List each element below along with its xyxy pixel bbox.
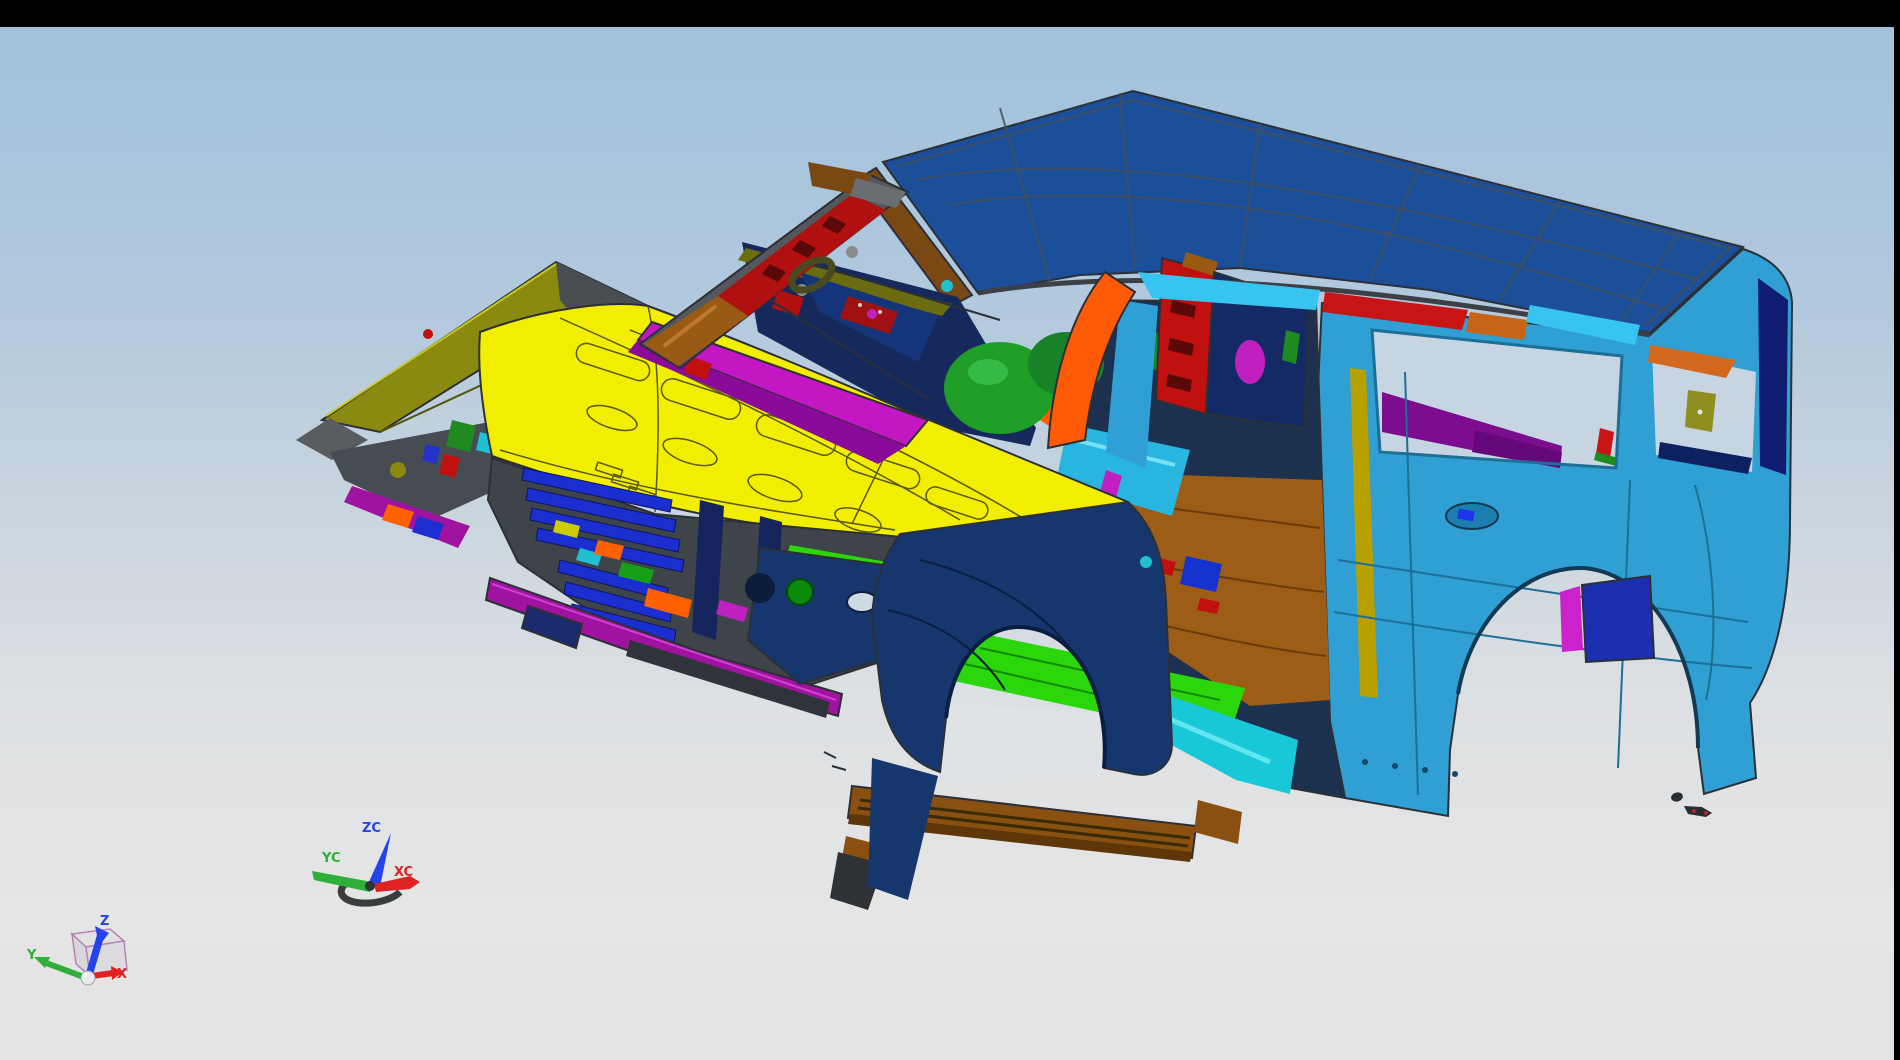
wheel-arch-background: [934, 702, 1108, 780]
datum-x-label: X: [117, 967, 127, 982]
body-side-assembly[interactable]: [1316, 249, 1792, 816]
loose-parts[interactable]: [1670, 791, 1712, 817]
datum-origin-sphere[interactable]: [81, 971, 95, 985]
interior-magenta-dot: [867, 309, 877, 319]
graphics-viewport[interactable]: ZC YC XC Z Y X: [0, 0, 1900, 1060]
weld-studs: [824, 752, 846, 770]
rear-wheel-house-insert-magenta[interactable]: [1560, 586, 1583, 652]
wcs-origin-knob[interactable]: [365, 881, 375, 891]
interior-cyan-dot: [941, 280, 953, 292]
wcs-x-label: XC: [394, 865, 413, 880]
fender-red-grommet: [423, 329, 433, 339]
running-board-right[interactable]: [1194, 800, 1242, 844]
fender-olive-plug: [390, 462, 406, 478]
fender-cyan-grommet: [1140, 556, 1152, 568]
loose-part-red-dot-2: [1704, 811, 1708, 815]
wcs-z-label: ZC: [362, 821, 381, 836]
quarter-plate-hole: [1698, 410, 1703, 415]
d-pillar-inner-panel[interactable]: [1758, 278, 1788, 475]
loose-part-large[interactable]: [1684, 806, 1712, 817]
apron-hole-dark: [745, 573, 775, 603]
rear-wheel-house-insert-blue[interactable]: [1582, 576, 1654, 662]
wcs-triad[interactable]: ZC YC XC: [312, 821, 420, 903]
datum-csys[interactable]: Z Y X: [26, 914, 127, 985]
datum-origin-highlight: [83, 973, 88, 978]
dash-magenta-grommet[interactable]: [1235, 340, 1265, 384]
apron-circle-green[interactable]: [787, 579, 813, 605]
datum-y-label: Y: [26, 948, 37, 963]
seat-highlight: [968, 359, 1008, 385]
wcs-z-axis-arrow[interactable]: [368, 833, 391, 887]
right-black-bar: [1894, 0, 1900, 1060]
datum-z-label: Z: [100, 914, 109, 929]
loose-part-red-dot-1: [1692, 809, 1696, 813]
wcs-y-label: YC: [321, 851, 341, 866]
a-pillar-screw-2: [846, 246, 858, 258]
loose-part-small[interactable]: [1670, 791, 1684, 803]
top-black-bar: [0, 0, 1900, 27]
cad-window: ZC YC XC Z Y X: [0, 0, 1900, 1060]
